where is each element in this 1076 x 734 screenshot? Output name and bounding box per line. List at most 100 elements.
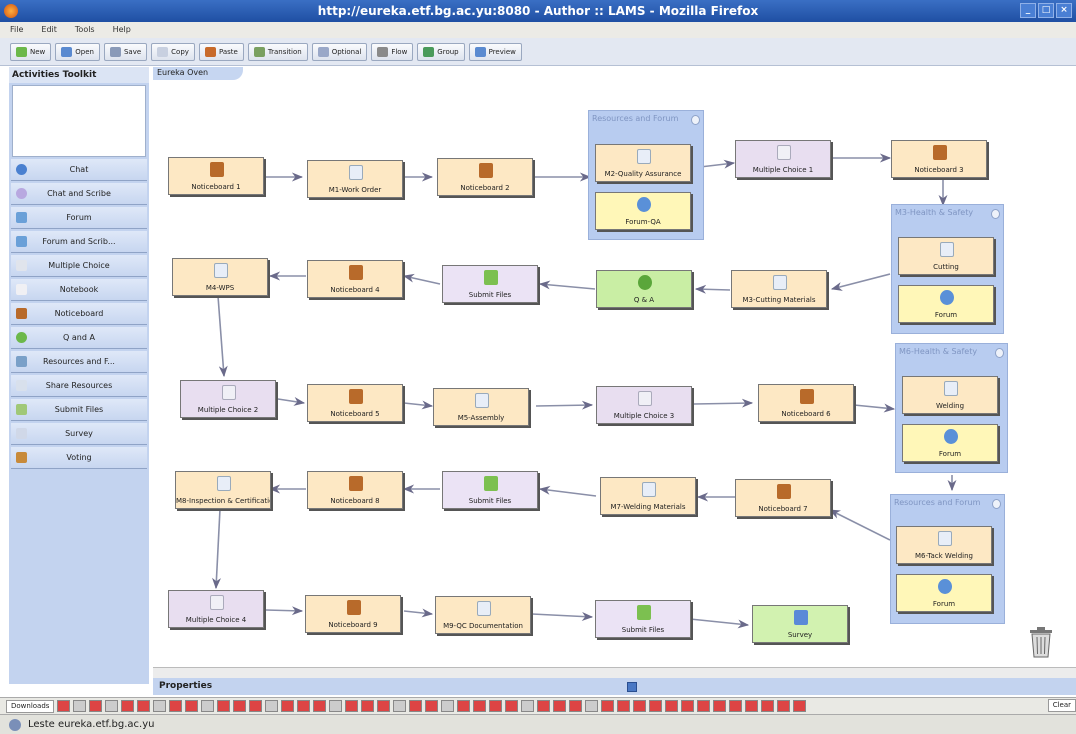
downloads-button[interactable]: Downloads <box>6 699 55 713</box>
activity-forum-m3[interactable]: Forum <box>898 285 994 323</box>
download-item-icon[interactable] <box>361 700 375 712</box>
download-item-icon[interactable] <box>409 700 423 712</box>
download-item-icon[interactable] <box>297 700 311 712</box>
download-item-icon[interactable] <box>697 700 711 712</box>
download-item-icon[interactable] <box>425 700 439 712</box>
download-item-icon[interactable] <box>601 700 615 712</box>
toolkit-item-noticeboard[interactable]: Noticeboard <box>11 303 147 325</box>
optional-button[interactable]: Optional <box>311 42 368 61</box>
preview-button[interactable]: Preview <box>468 42 522 61</box>
activity-q-and-a[interactable]: Q & A <box>596 270 692 308</box>
activity-multiple-choice-3[interactable]: Multiple Choice 3 <box>596 386 692 424</box>
download-item-icon[interactable] <box>569 700 583 712</box>
menu-tools[interactable]: Tools <box>75 22 95 38</box>
activity-cutting[interactable]: Cutting <box>898 237 994 275</box>
download-item-icon[interactable] <box>473 700 487 712</box>
download-item-icon[interactable] <box>553 700 567 712</box>
download-item-icon[interactable] <box>505 700 519 712</box>
activity-noticeboard-1[interactable]: Noticeboard 1 <box>168 157 264 195</box>
download-item-icon[interactable] <box>121 700 135 712</box>
group-collapse-icon[interactable] <box>991 209 1000 219</box>
activity-noticeboard-8[interactable]: Noticeboard 8 <box>307 471 403 509</box>
download-item-icon[interactable] <box>761 700 775 712</box>
activity-multiple-choice-4[interactable]: Multiple Choice 4 <box>168 590 264 628</box>
download-item-icon[interactable] <box>441 700 455 712</box>
download-item-icon[interactable] <box>585 700 599 712</box>
activity-m7-welding-materials[interactable]: M7-Welding Materials <box>600 477 696 515</box>
new-button[interactable]: New <box>10 42 52 61</box>
activity-survey[interactable]: Survey <box>752 605 848 643</box>
activity-m6-tack-welding[interactable]: M6-Tack Welding <box>896 526 992 564</box>
activity-noticeboard-7[interactable]: Noticeboard 7 <box>735 479 831 517</box>
toolkit-item-notebook[interactable]: Notebook <box>11 279 147 301</box>
group-collapse-icon[interactable] <box>992 499 1001 509</box>
activity-forum-qa[interactable]: Forum-QA <box>595 192 691 230</box>
download-item-icon[interactable] <box>249 700 263 712</box>
toolkit-item-share-resources[interactable]: Share Resources <box>11 375 147 397</box>
download-item-icon[interactable] <box>633 700 647 712</box>
download-item-icon[interactable] <box>377 700 391 712</box>
activity-submit-files-2[interactable]: Submit Files <box>442 471 538 509</box>
activity-forum-m6[interactable]: Forum <box>902 424 998 462</box>
activity-submit-files-1[interactable]: Submit Files <box>442 265 538 303</box>
download-item-icon[interactable] <box>681 700 695 712</box>
close-icon[interactable]: × <box>1056 3 1072 18</box>
flow-button[interactable]: Flow <box>371 42 414 61</box>
paste-button[interactable]: Paste <box>198 42 244 61</box>
download-item-icon[interactable] <box>393 700 407 712</box>
download-item-icon[interactable] <box>137 700 151 712</box>
tab-eureka-oven[interactable]: Eureka Oven <box>153 67 243 80</box>
download-item-icon[interactable] <box>281 700 295 712</box>
group-button[interactable]: Group <box>417 42 465 61</box>
download-item-icon[interactable] <box>233 700 247 712</box>
download-item-icon[interactable] <box>201 700 215 712</box>
download-item-icon[interactable] <box>713 700 727 712</box>
download-item-icon[interactable] <box>265 700 279 712</box>
download-item-icon[interactable] <box>665 700 679 712</box>
download-item-icon[interactable] <box>457 700 471 712</box>
group-collapse-icon[interactable] <box>691 115 700 125</box>
activity-multiple-choice-2[interactable]: Multiple Choice 2 <box>180 380 276 418</box>
download-item-icon[interactable] <box>105 700 119 712</box>
toolkit-item-forum-scribe[interactable]: Forum and Scrib... <box>11 231 147 253</box>
download-item-icon[interactable] <box>489 700 503 712</box>
toolkit-item-submit-files[interactable]: Submit Files <box>11 399 147 421</box>
toolkit-item-resources-forum[interactable]: Resources and F... <box>11 351 147 373</box>
properties-toggle-button[interactable] <box>627 682 637 692</box>
download-item-icon[interactable] <box>73 700 87 712</box>
activity-noticeboard-6[interactable]: Noticeboard 6 <box>758 384 854 422</box>
toolkit-item-chat[interactable]: Chat <box>11 159 147 181</box>
transition-button[interactable]: Transition <box>247 42 308 61</box>
menu-help[interactable]: Help <box>113 22 131 38</box>
download-item-icon[interactable] <box>649 700 663 712</box>
toolkit-item-chat-scribe[interactable]: Chat and Scribe <box>11 183 147 205</box>
download-item-icon[interactable] <box>57 700 71 712</box>
activity-welding[interactable]: Welding <box>902 376 998 414</box>
download-item-icon[interactable] <box>217 700 231 712</box>
canvas-horizontal-scrollbar[interactable] <box>153 667 1076 678</box>
group-collapse-icon[interactable] <box>995 348 1004 358</box>
downloads-clear-button[interactable]: Clear <box>1047 699 1076 712</box>
open-button[interactable]: Open <box>55 42 100 61</box>
download-item-icon[interactable] <box>313 700 327 712</box>
activity-m9-qc-documentation[interactable]: M9-QC Documentation <box>435 596 531 634</box>
toolkit-item-multiple-choice[interactable]: Multiple Choice <box>11 255 147 277</box>
download-item-icon[interactable] <box>89 700 103 712</box>
download-item-icon[interactable] <box>729 700 743 712</box>
toolkit-item-voting[interactable]: Voting <box>11 447 147 469</box>
download-item-icon[interactable] <box>329 700 343 712</box>
toolkit-item-q-and-a[interactable]: Q and A <box>11 327 147 349</box>
activity-noticeboard-2[interactable]: Noticeboard 2 <box>437 158 533 196</box>
minimize-icon[interactable]: _ <box>1020 3 1036 18</box>
maximize-icon[interactable]: □ <box>1038 3 1054 18</box>
menu-file[interactable]: File <box>10 22 23 38</box>
toolkit-item-survey[interactable]: Survey <box>11 423 147 445</box>
activity-noticeboard-3[interactable]: Noticeboard 3 <box>891 140 987 178</box>
copy-button[interactable]: Copy <box>151 42 195 61</box>
download-item-icon[interactable] <box>345 700 359 712</box>
activity-m4-wps[interactable]: M4-WPS <box>172 258 268 296</box>
download-item-icon[interactable] <box>153 700 167 712</box>
activity-m3-cutting-materials[interactable]: M3-Cutting Materials <box>731 270 827 308</box>
design-canvas[interactable]: Resources and Forum M3-Health & Safety M… <box>153 80 1076 667</box>
download-item-icon[interactable] <box>521 700 535 712</box>
